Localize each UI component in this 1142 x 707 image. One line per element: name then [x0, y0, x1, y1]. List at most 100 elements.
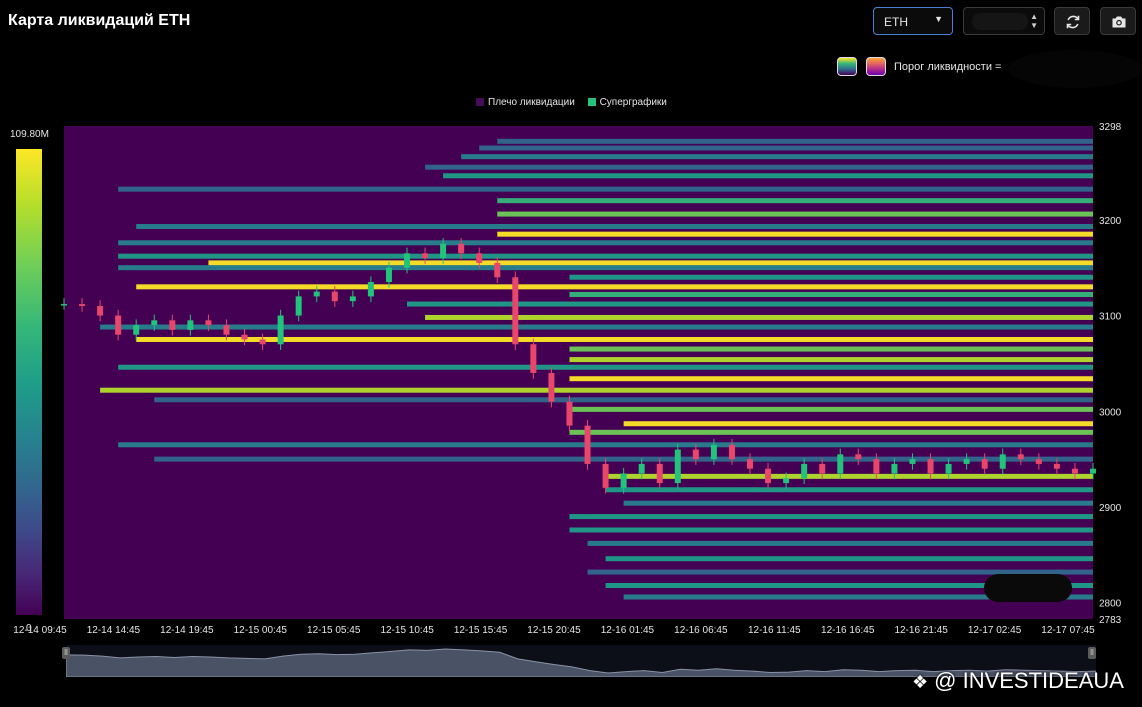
watermark: ❖ @ INVESTIDEAUA — [912, 668, 1124, 694]
watermark-text: @ INVESTIDEAUA — [934, 668, 1124, 693]
liquidation-band-29 — [569, 429, 1093, 435]
liquidation-band-6 — [497, 198, 1093, 204]
liquidation-band-19 — [100, 324, 1093, 330]
candle-body-27 — [548, 372, 555, 402]
candle-body-48 — [927, 459, 934, 474]
liquidation-band-22 — [569, 357, 1093, 363]
candle-body-51 — [981, 459, 988, 469]
candle-body-16 — [349, 296, 356, 302]
candle-body-32 — [638, 463, 645, 474]
navigator-left-handle[interactable]: ll — [62, 647, 70, 659]
candle-body-18 — [385, 267, 392, 283]
liquidation-band-26 — [154, 397, 1093, 403]
candle-body-38 — [747, 459, 753, 469]
candle-body-56 — [1071, 468, 1078, 474]
candle-body-7 — [187, 320, 194, 330]
x-tick-label-0: 12-14 09:45 — [13, 625, 67, 636]
liquidation-band-17 — [407, 301, 1093, 307]
liquidation-band-16 — [569, 291, 1093, 297]
candle-body-28 — [566, 401, 573, 426]
candle-body-43 — [837, 454, 844, 474]
liquidation-band-12 — [208, 260, 1094, 266]
x-tick-label-6: 12-15 15:45 — [454, 625, 508, 636]
liquidation-band-2 — [461, 154, 1093, 160]
liquidation-band-30 — [118, 442, 1093, 448]
candle-body-44 — [855, 454, 862, 460]
x-tick-label-1: 12-14 14:45 — [87, 625, 141, 636]
candle-body-24 — [494, 262, 501, 278]
candle-body-23 — [476, 253, 483, 263]
candle-body-49 — [945, 463, 952, 474]
y-tick-label-2: 3000 — [1099, 407, 1122, 418]
x-tick-label-4: 12-15 05:45 — [307, 625, 361, 636]
candle-body-41 — [801, 463, 808, 479]
x-tick-label-3: 12-15 00:45 — [234, 625, 288, 636]
liquidation-band-23 — [118, 364, 1093, 370]
candle-body-53 — [1017, 454, 1024, 460]
redacted-mark — [984, 574, 1072, 602]
candle-body-42 — [819, 463, 826, 474]
x-tick-label-12: 12-16 21:45 — [894, 625, 948, 636]
liquidation-band-24 — [569, 376, 1093, 382]
liquidation-heatmap[interactable]: 2800 2900 3000 3100 3200 3298 2783 12-14 09:45 1… — [0, 0, 1142, 645]
candle-body-11 — [259, 339, 266, 345]
liquidation-band-33 — [605, 487, 1093, 493]
liquidation-band-36 — [569, 527, 1093, 533]
candle-body-1 — [79, 304, 86, 306]
candle-body-26 — [530, 344, 537, 373]
y-tick-label-0: 2800 — [1099, 599, 1122, 610]
candle-body-6 — [169, 320, 176, 330]
liquidation-band-8 — [136, 224, 1094, 230]
candle-body-52 — [999, 454, 1006, 469]
candle-body-40 — [783, 478, 790, 484]
x-tick-label-9: 12-16 06:45 — [674, 625, 728, 636]
candle-body-21 — [440, 243, 447, 259]
candle-body-4 — [133, 325, 140, 335]
y-tick-label-4: 3200 — [1099, 216, 1122, 227]
candle-body-34 — [674, 449, 681, 484]
x-tick-label-10: 12-16 11:45 — [748, 625, 801, 636]
liquidation-band-14 — [569, 274, 1093, 280]
y-tick-label-3: 3100 — [1099, 312, 1122, 323]
candle-body-31 — [620, 473, 627, 488]
candle-body-33 — [656, 463, 663, 484]
candle-body-50 — [963, 459, 970, 464]
candle-body-46 — [891, 463, 898, 474]
x-tick-label-2: 12-14 19:45 — [160, 625, 214, 636]
candle-body-19 — [404, 253, 410, 268]
x-tick-label-8: 12-16 01:45 — [601, 625, 655, 636]
liquidation-band-15 — [136, 284, 1094, 290]
navigator-right-handle[interactable]: ll — [1088, 647, 1096, 659]
candle-body-37 — [728, 444, 735, 460]
x-tick-label-7: 12-15 20:45 — [527, 625, 581, 636]
candle-body-45 — [873, 459, 880, 474]
liquidation-band-13 — [118, 265, 1093, 271]
candle-body-30 — [602, 463, 609, 488]
candle-body-2 — [97, 305, 104, 316]
candle-body-5 — [151, 320, 158, 326]
liquidation-band-7 — [497, 211, 1093, 217]
y-tick-label-5: 3298 — [1099, 122, 1122, 133]
liquidation-band-4 — [443, 173, 1094, 179]
x-tick-label-14: 12-17 07:45 — [1041, 625, 1095, 636]
liquidation-band-31 — [154, 456, 1093, 462]
candle-body-9 — [223, 325, 230, 335]
liquidation-band-0 — [497, 138, 1093, 144]
candle-body-35 — [692, 449, 699, 460]
candle-body-14 — [313, 291, 320, 297]
liquidation-band-11 — [118, 253, 1093, 259]
candle-body-8 — [205, 320, 212, 326]
candle-body-13 — [295, 296, 302, 316]
candle-body-22 — [458, 243, 465, 254]
candle-body-20 — [422, 253, 429, 259]
liquidation-band-28 — [623, 421, 1093, 427]
x-tick-label-11: 12-16 16:45 — [821, 625, 875, 636]
candle-body-25 — [512, 277, 519, 345]
candle-body-39 — [765, 468, 772, 484]
candle-body-29 — [584, 425, 591, 464]
candle-body-12 — [277, 315, 284, 345]
candle-body-47 — [909, 459, 916, 464]
liquidation-band-34 — [623, 500, 1093, 506]
candle-body-3 — [115, 315, 122, 335]
candle-body-36 — [710, 444, 717, 460]
